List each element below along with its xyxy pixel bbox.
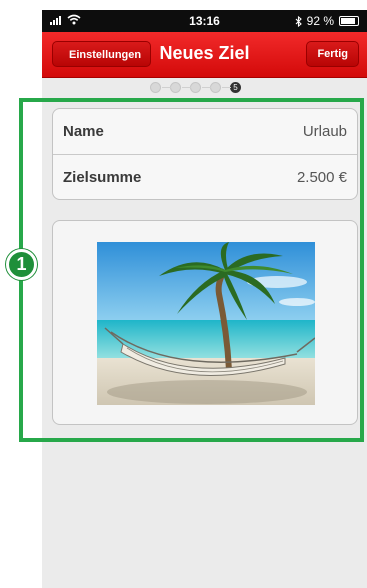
page-dot-current: 5: [222, 82, 241, 93]
page-dot: [202, 82, 221, 93]
page-dot: [150, 82, 161, 93]
status-bar: 13:16 92 %: [42, 10, 367, 32]
battery-icon: [339, 16, 359, 26]
battery-percent: 92 %: [306, 14, 334, 28]
status-right: 92 %: [295, 14, 359, 28]
page-dot: [162, 82, 181, 93]
navigation-bar: Einstellungen Neues Ziel Fertig: [42, 32, 367, 78]
page-dot: [182, 82, 201, 93]
done-button[interactable]: Fertig: [306, 41, 359, 67]
callout-number-badge: 1: [6, 249, 37, 280]
highlight-frame: [19, 98, 364, 442]
bluetooth-icon: [295, 15, 302, 27]
page-indicator[interactable]: 5: [150, 82, 241, 93]
